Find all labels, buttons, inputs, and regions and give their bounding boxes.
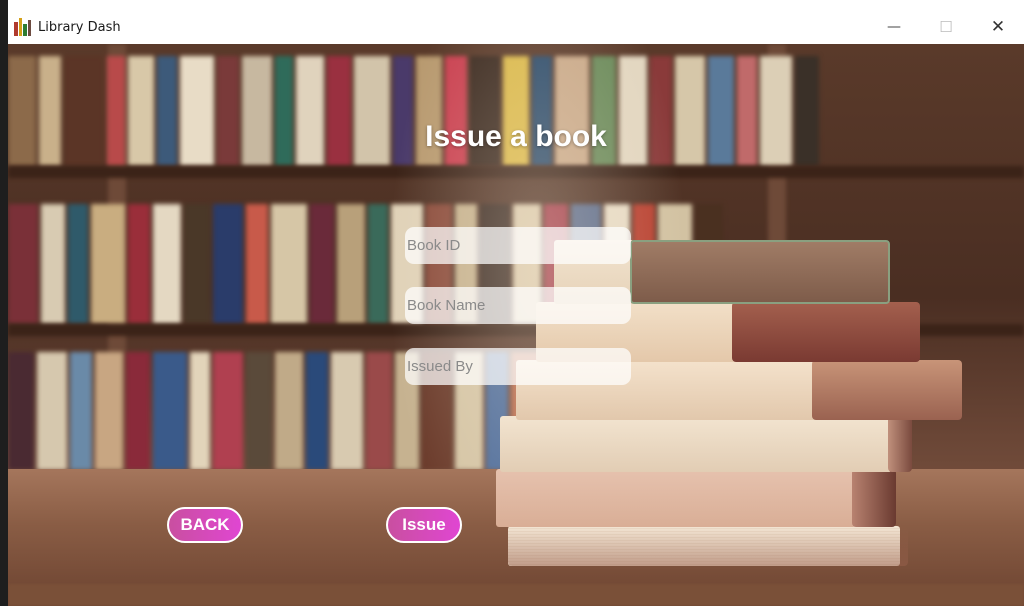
book: [508, 526, 908, 566]
maximize-icon: ☐: [939, 18, 953, 36]
issue-button[interactable]: Issue: [386, 507, 462, 543]
page-title: Issue a book: [425, 120, 607, 153]
table-edge: [8, 584, 1024, 606]
issue-button-label: Issue: [402, 515, 446, 534]
minimize-button[interactable]: —: [868, 10, 920, 44]
back-button-label: BACK: [180, 515, 230, 534]
app-window: Library Dash — ☐ ✕ Issue a book Book ID …: [8, 10, 1024, 606]
books-icon: [14, 18, 32, 36]
book-id-field[interactable]: [405, 227, 631, 264]
book: [500, 416, 912, 472]
issued-by-field[interactable]: [405, 348, 631, 385]
title-bar[interactable]: Library Dash — ☐ ✕: [8, 10, 1024, 44]
maximize-button[interactable]: ☐: [920, 10, 972, 44]
window-title: Library Dash: [38, 19, 121, 35]
book: [496, 469, 896, 527]
minimize-icon: —: [887, 19, 901, 35]
close-button[interactable]: ✕: [972, 10, 1024, 44]
desktop-edge: [0, 0, 8, 606]
issue-book-screen: Issue a book BACK Issue: [8, 44, 1024, 606]
book-name-field[interactable]: [405, 287, 631, 324]
close-icon: ✕: [990, 17, 1006, 37]
back-button[interactable]: BACK: [167, 507, 243, 543]
